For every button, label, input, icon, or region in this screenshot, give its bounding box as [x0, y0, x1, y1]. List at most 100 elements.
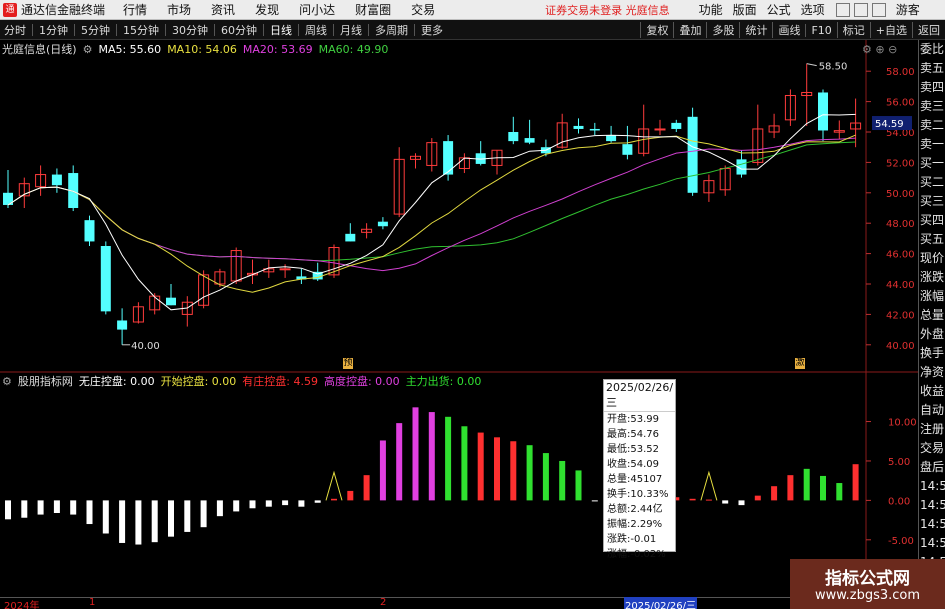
menu-hangqing[interactable]: 行情	[113, 1, 157, 18]
candle-body	[166, 297, 176, 306]
side-panel-item: 买四	[920, 213, 945, 227]
menu-wenxiaoda[interactable]: 问小达	[289, 1, 345, 18]
period-1min[interactable]: 1分钟	[35, 22, 72, 38]
user-label[interactable]: 游客	[886, 1, 926, 18]
indicator-bar	[5, 500, 11, 520]
stock-name: 光庭信息(日线)	[2, 43, 77, 56]
tool-zixuan[interactable]: +自选	[869, 22, 912, 38]
indicator-bar	[771, 486, 778, 501]
menu-zixun[interactable]: 资讯	[201, 1, 245, 18]
indicator-bar	[200, 500, 207, 528]
y-tick-label: 42.00	[886, 310, 915, 321]
candle-body	[818, 92, 828, 131]
tool-f10[interactable]: F10	[805, 23, 836, 37]
tool-duogu[interactable]: 多股	[706, 22, 739, 38]
x-label-year: 2024年	[4, 601, 40, 609]
period-monthly[interactable]: 月线	[336, 22, 366, 38]
current-price-label: 54.59	[875, 119, 904, 130]
sub-y-tick-label: 10.00	[888, 418, 917, 429]
high-marker: 58.50	[819, 62, 848, 73]
period-daily[interactable]: 日线	[266, 22, 296, 38]
settings-icon[interactable]: ⚙	[2, 375, 12, 388]
side-panel-item: 现价	[920, 251, 945, 265]
legend-gaodu: 高度控盘: 0.00	[323, 375, 400, 388]
chart-settings-icon[interactable]: ⚙ ⊕ ⊖	[862, 43, 897, 56]
price-chart[interactable]: 58.0056.0054.0052.0050.0048.0046.0044.00…	[0, 40, 918, 597]
indicator-bar	[820, 475, 826, 501]
menu-xuanxiang[interactable]: 选项	[796, 1, 830, 18]
indicator-bar	[542, 453, 549, 501]
menu-gongshi[interactable]: 公式	[762, 1, 796, 18]
period-5min[interactable]: 5分钟	[77, 22, 114, 38]
restore-icon[interactable]	[853, 2, 868, 17]
tool-biaoji[interactable]: 标记	[836, 22, 870, 38]
login-notice[interactable]: 证券交易未登录 光庭信息	[445, 2, 694, 18]
divider	[74, 23, 75, 36]
site-watermark: 指标公式网 www.zbgs3.com	[790, 559, 945, 609]
tool-fanhui[interactable]: 返回	[912, 22, 945, 38]
menu-gongneng[interactable]: 功能	[694, 1, 728, 18]
indicator-bar	[445, 416, 452, 501]
period-30min[interactable]: 30分钟	[168, 22, 212, 38]
side-panel-item: 涨幅	[920, 289, 945, 303]
menu-jiaoyi[interactable]: 交易	[401, 1, 445, 18]
menu-banmian[interactable]: 版面	[728, 1, 762, 18]
divider	[333, 23, 334, 36]
minimize-icon[interactable]	[835, 2, 850, 17]
candle-body	[51, 174, 62, 186]
side-panel-item: 14:56	[920, 479, 945, 493]
menu-caifuquan[interactable]: 财富圈	[345, 1, 401, 18]
indicator-bar	[787, 475, 794, 501]
tooltip-change: 涨跌:-0.01	[607, 534, 657, 545]
app-logo: 通	[3, 2, 17, 17]
watermark-title: 指标公式网	[825, 569, 910, 589]
side-panel-item: 买三	[920, 194, 945, 208]
indicator-bar	[754, 495, 761, 501]
side-panel-item[interactable]: 交易	[919, 439, 945, 458]
indicator-bar	[803, 468, 810, 501]
candle-body	[524, 138, 535, 143]
period-fenshi[interactable]: 分时	[0, 22, 30, 38]
tool-huaxian[interactable]: 画线	[772, 22, 805, 38]
indicator-bar	[184, 500, 191, 532]
period-weekly[interactable]: 周线	[301, 22, 331, 38]
settings-icon[interactable]: ⚙	[83, 43, 93, 56]
candle-body	[606, 135, 617, 142]
side-panel-item: 卖二	[920, 118, 945, 132]
side-panel-item: 卖五	[920, 61, 945, 75]
period-more[interactable]: 更多	[417, 22, 447, 38]
tool-tongji[interactable]: 统计	[739, 22, 772, 38]
side-panel-item: 买一	[920, 156, 945, 170]
menu-shichang[interactable]: 市场	[157, 1, 201, 18]
candle-body	[622, 144, 633, 155]
indicator-bar	[412, 407, 419, 501]
indicator-bar	[135, 500, 142, 545]
side-panel-item[interactable]: 注册	[919, 420, 945, 439]
indicator-bar	[249, 500, 256, 509]
side-panel-item: 14:56	[920, 536, 945, 550]
window-controls	[835, 2, 886, 17]
period-15min[interactable]: 15分钟	[119, 22, 163, 38]
side-panel-item[interactable]: 自动	[919, 401, 945, 420]
tool-diejia[interactable]: 叠加	[673, 22, 706, 38]
y-tick-label: 56.00	[886, 98, 915, 109]
period-60min[interactable]: 60分钟	[217, 22, 261, 38]
candle-body	[84, 220, 95, 242]
tooltip-amount: 总额:2.44亿	[607, 504, 663, 515]
side-panel-item[interactable]: 盘后	[919, 458, 945, 477]
indicator-bar	[722, 500, 729, 504]
side-panel-item: 卖四	[920, 80, 945, 94]
tool-fuquan[interactable]: 复权	[640, 22, 673, 38]
tag-yu: 预	[343, 358, 353, 369]
indicator-bar	[216, 500, 223, 517]
menu-faxian[interactable]: 发现	[245, 1, 289, 18]
tooltip-volume: 总量:45107	[607, 474, 663, 485]
period-multi[interactable]: 多周期	[371, 22, 412, 38]
close-icon[interactable]	[871, 2, 886, 17]
indicator-bar	[494, 437, 500, 501]
divider	[116, 23, 117, 36]
indicator-bar	[70, 500, 77, 515]
legend-wuzhuang: 无庄控盘: 0.00	[78, 375, 155, 388]
trading-terminal: 通 通达信金融终端 行情 市场 资讯 发现 问小达 财富圈 交易 证券交易未登录…	[0, 0, 945, 609]
tooltip-turnover: 换手:10.33%	[607, 489, 669, 500]
